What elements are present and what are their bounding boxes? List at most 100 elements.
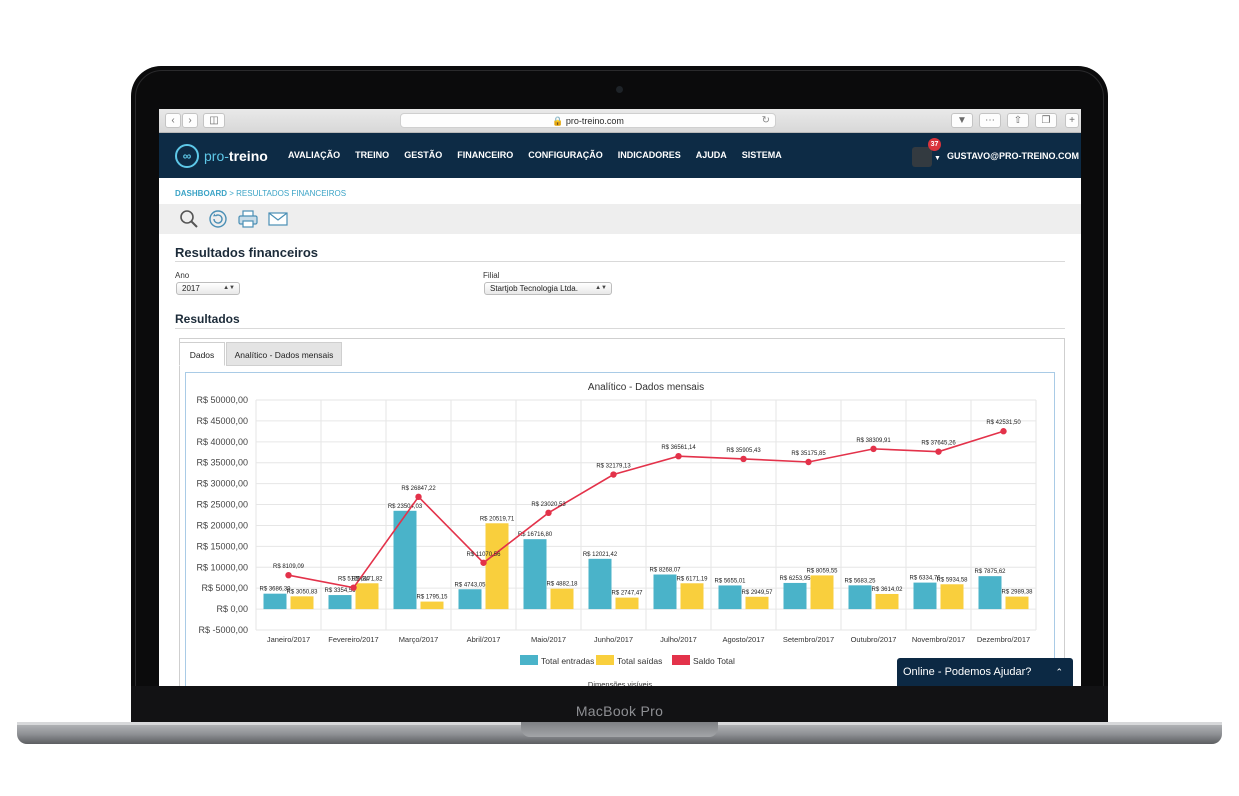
x-tick-label: Outubro/2017 — [851, 635, 897, 644]
camera-icon — [616, 86, 623, 93]
chart: Analítico - Dados mensais R$ 50000,00 R$ 4… — [196, 382, 1037, 686]
data-label: R$ 5125,34 — [338, 577, 370, 583]
address-bar[interactable]: 🔒 pro-treino.com ↻ — [400, 113, 776, 128]
menu-configuracao[interactable]: CONFIGURAÇÃO — [528, 150, 603, 160]
y-tick-label: R$ 5000,00 — [201, 583, 248, 593]
tab-dados[interactable]: Dados — [179, 342, 225, 366]
menu-indicadores[interactable]: INDICADORES — [618, 150, 681, 160]
legend-label: Total entradas — [541, 656, 594, 666]
lock-icon: 🔒 — [552, 116, 564, 126]
chart-title: Analítico - Dados mensais — [588, 382, 704, 393]
search-icon[interactable] — [178, 209, 200, 229]
new-tab-icon[interactable]: + — [1065, 113, 1079, 128]
bar — [263, 593, 287, 610]
year-select[interactable]: 2017 ▲▼ — [176, 282, 240, 295]
line-point — [545, 509, 552, 517]
line-point — [805, 458, 812, 466]
x-tick-label: Novembro/2017 — [912, 635, 965, 644]
y-tick-label: R$ -5000,00 — [198, 625, 248, 635]
x-tick-label: Janeiro/2017 — [267, 635, 310, 644]
notification-badge[interactable]: 37 — [928, 138, 941, 151]
results-divider — [175, 328, 1065, 329]
bar — [550, 588, 574, 610]
data-label: R$ 32179,13 — [596, 464, 631, 470]
bar — [355, 583, 379, 610]
data-label: R$ 8268,07 — [649, 568, 681, 574]
bar — [523, 539, 547, 610]
share-icon[interactable]: ⇧ — [1007, 113, 1029, 128]
email-icon[interactable] — [267, 209, 289, 229]
extensions-icon[interactable]: ⋯ — [979, 113, 1001, 128]
menu-ajuda[interactable]: AJUDA — [696, 150, 727, 160]
print-icon[interactable] — [237, 209, 259, 229]
bar — [745, 596, 769, 610]
line-point — [480, 559, 487, 566]
x-tick-label: Julho/2017 — [660, 635, 697, 644]
y-tick-label: R$ 10000,00 — [196, 562, 248, 572]
line-point — [1000, 428, 1007, 435]
x-tick-label: Abril/2017 — [467, 635, 501, 644]
reload-icon[interactable]: ↻ — [762, 114, 770, 128]
menu-treino[interactable]: TREINO — [355, 150, 389, 160]
data-label: R$ 20519,71 — [480, 516, 515, 522]
breadcrumb-separator: > — [229, 189, 234, 198]
logo[interactable]: ∞ pro-treino — [175, 144, 268, 168]
bar — [810, 575, 834, 610]
chat-widget[interactable]: Online - Podemos Ajudar? ⌃ — [897, 658, 1073, 686]
avatar[interactable] — [912, 147, 932, 167]
menu-financeiro[interactable]: FINANCEIRO — [457, 150, 513, 160]
logo-text: pro-treino — [204, 148, 268, 164]
chevron-up-icon[interactable]: ⌃ — [1055, 658, 1063, 686]
data-label: R$ 4743,05 — [454, 582, 486, 588]
bar — [653, 574, 677, 610]
data-label: R$ 42531,50 — [986, 420, 1021, 426]
screen: ‹ › ◫ 🔒 pro-treino.com ↻ ▼ ⋯ ⇧ ❐ + ∞ pro… — [159, 109, 1081, 686]
data-label: R$ 2747,47 — [611, 591, 643, 597]
y-tick-label: R$ 45000,00 — [196, 416, 248, 426]
sidebar-icon[interactable]: ◫ — [203, 113, 225, 128]
back-icon[interactable]: ‹ — [165, 113, 181, 128]
select-arrows-icon: ▲▼ — [223, 285, 235, 291]
line-point — [285, 571, 292, 579]
bar — [913, 582, 937, 610]
data-label: R$ 23020,53 — [531, 502, 566, 508]
breadcrumb: DASHBOARD > RESULTADOS FINANCEIROS — [175, 189, 346, 198]
browser-toolbar: ‹ › ◫ 🔒 pro-treino.com ↻ ▼ ⋯ ⇧ ❐ + — [159, 109, 1081, 133]
y-tick-label: R$ 30000,00 — [196, 479, 248, 489]
data-label: R$ 12021,42 — [583, 552, 618, 558]
data-label: R$ 3614,02 — [871, 587, 903, 593]
x-tick-label: Março/2017 — [399, 635, 439, 644]
download-icon[interactable]: ▼ — [951, 113, 973, 128]
y-tick-label: R$ 40000,00 — [196, 437, 248, 447]
tabs-icon[interactable]: ❐ — [1035, 113, 1057, 128]
data-label: R$ 37645,26 — [921, 441, 956, 447]
bar — [328, 595, 352, 610]
bar — [875, 593, 899, 610]
breadcrumb-home[interactable]: DASHBOARD — [175, 189, 227, 198]
menu-sistema[interactable]: SISTEMA — [742, 150, 782, 160]
y-tick-label: R$ 50000,00 — [196, 395, 248, 405]
line-point — [350, 584, 357, 591]
year-label: Ano — [175, 271, 190, 280]
laptop-notch — [521, 722, 718, 737]
user-email[interactable]: GUSTAVO@PRO-TREINO.COM — [947, 151, 1079, 161]
line-point — [935, 448, 942, 455]
device-brand: MacBook Pro — [575, 703, 664, 719]
bar — [783, 582, 807, 610]
menu-avaliacao[interactable]: AVALIAÇÃO — [288, 150, 340, 160]
forward-icon[interactable]: › — [182, 113, 198, 128]
user-caret-icon[interactable]: ▼ — [934, 155, 941, 162]
data-label: R$ 3050,83 — [286, 589, 318, 595]
branch-select[interactable]: Startjob Tecnologia Ltda. ▲▼ — [484, 282, 612, 295]
x-tick-label: Junho/2017 — [594, 635, 633, 644]
data-label: R$ 35905,43 — [726, 448, 761, 454]
refresh-icon[interactable] — [207, 209, 229, 229]
legend-swatch — [672, 655, 690, 665]
data-label: R$ 38309,91 — [856, 438, 891, 444]
logo-mark-icon: ∞ — [175, 144, 199, 168]
data-label: R$ 5934,58 — [936, 577, 968, 583]
menu-gestao[interactable]: GESTÃO — [404, 150, 442, 160]
line-point — [740, 455, 747, 463]
tab-analitico[interactable]: Analítico - Dados mensais — [226, 342, 342, 366]
data-label: R$ 6253,95 — [779, 576, 811, 582]
